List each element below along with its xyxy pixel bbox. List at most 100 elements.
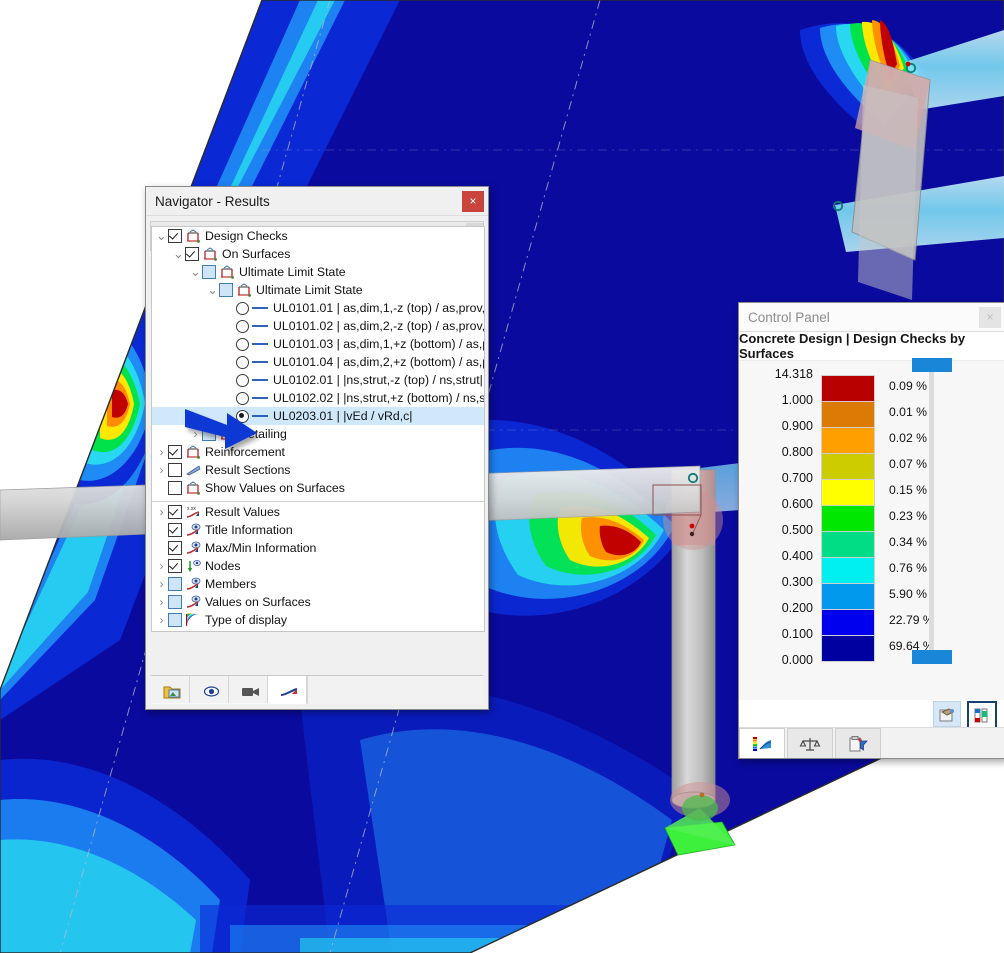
control-panel-window[interactable]: Control Panel × Concrete Design | Design… bbox=[738, 302, 1004, 759]
views-navigator-tab[interactable] bbox=[190, 676, 229, 703]
chevron-right-icon[interactable]: › bbox=[155, 463, 168, 477]
slider-handle-upper[interactable] bbox=[912, 358, 952, 372]
legend-color-swatch[interactable] bbox=[821, 453, 875, 480]
tree-item-label: UL0101.04 | as,dim,2,+z (bottom) / as,pr… bbox=[273, 355, 484, 369]
control-panel-buttons[interactable] bbox=[933, 701, 997, 729]
paint-palette-icon[interactable] bbox=[933, 701, 961, 727]
checkbox[interactable] bbox=[168, 523, 182, 537]
factors-tab[interactable] bbox=[787, 728, 833, 758]
checkbox[interactable] bbox=[168, 445, 182, 459]
chevron-right-icon[interactable]: › bbox=[155, 559, 168, 573]
tree-item[interactable]: UL0101.02 | as,dim,2,-z (top) / as,prov,… bbox=[152, 317, 484, 335]
tree-item[interactable]: ›Values on Surfaces bbox=[152, 593, 484, 611]
filter-tab[interactable] bbox=[835, 728, 881, 758]
tree-item[interactable]: UL0101.01 | as,dim,1,-z (top) / as,prov,… bbox=[152, 299, 484, 317]
control-panel-titlebar[interactable]: Control Panel × bbox=[739, 303, 1004, 332]
tree-item[interactable]: ⌄On Surfaces bbox=[152, 245, 484, 263]
tree-item[interactable]: ›Type of display bbox=[152, 611, 484, 629]
checkbox[interactable] bbox=[168, 595, 182, 609]
checkbox[interactable] bbox=[202, 427, 216, 441]
legend-color-swatch[interactable] bbox=[821, 375, 875, 402]
radio-button[interactable] bbox=[236, 320, 249, 333]
checkbox[interactable] bbox=[168, 463, 182, 477]
tree-item[interactable]: ⌄Ultimate Limit State bbox=[152, 263, 484, 281]
chevron-down-icon[interactable]: ⌄ bbox=[155, 233, 168, 239]
tree-item[interactable]: UL0101.03 | as,dim,1,+z (bottom) / as,pr… bbox=[152, 335, 484, 353]
close-icon[interactable]: × bbox=[979, 307, 1001, 328]
checkbox[interactable] bbox=[202, 265, 216, 279]
result-section-icon bbox=[186, 463, 201, 477]
tree-item[interactable]: Title Information bbox=[152, 521, 484, 539]
tree-item[interactable]: ›Result Sections bbox=[152, 629, 484, 632]
tree-item[interactable]: ›Reinforcement bbox=[152, 443, 484, 461]
checkbox[interactable] bbox=[168, 631, 182, 632]
tree-item[interactable]: ›Nodes bbox=[152, 557, 484, 575]
legend-range-slider[interactable] bbox=[929, 366, 934, 656]
checkbox[interactable] bbox=[168, 541, 182, 555]
legend-color-swatch[interactable] bbox=[821, 583, 875, 610]
checkbox[interactable] bbox=[168, 481, 182, 495]
checkbox[interactable] bbox=[168, 577, 182, 591]
color-legend[interactable]: 14.3180.09 %1.0000.01 %0.9000.02 %0.8000… bbox=[739, 375, 1004, 661]
tree-item[interactable]: ⌄Design Checks bbox=[152, 227, 484, 245]
navigator-results-window[interactable]: Navigator - Results × Concrete Design ▾ … bbox=[145, 186, 489, 710]
close-icon[interactable]: × bbox=[462, 191, 484, 212]
color-spectrum-tab[interactable] bbox=[739, 728, 785, 758]
legend-color-swatch[interactable] bbox=[821, 479, 875, 506]
radio-button[interactable] bbox=[236, 392, 249, 405]
legend-color-swatch[interactable] bbox=[821, 531, 875, 558]
tree-item[interactable]: ›Detailing bbox=[152, 425, 484, 443]
chevron-right-icon[interactable]: › bbox=[155, 577, 168, 591]
slider-handle-lower[interactable] bbox=[912, 650, 952, 664]
tree-item[interactable]: ›x.xxResult Values bbox=[152, 503, 484, 521]
navigator-tree[interactable]: ⌄Design Checks⌄On Surfaces⌄Ultimate Limi… bbox=[151, 226, 485, 632]
checkbox[interactable] bbox=[168, 613, 182, 627]
radio-button[interactable] bbox=[236, 338, 249, 351]
chevron-right-icon[interactable]: › bbox=[155, 631, 168, 632]
legend-color-swatch[interactable] bbox=[821, 557, 875, 584]
chevron-right-icon[interactable]: › bbox=[155, 445, 168, 459]
color-scale-icon[interactable] bbox=[967, 701, 997, 729]
tree-item[interactable]: ›Result Sections bbox=[152, 461, 484, 479]
chevron-down-icon[interactable]: ⌄ bbox=[189, 269, 202, 275]
legend-percentage: 0.34 % bbox=[889, 535, 927, 549]
radio-button[interactable] bbox=[236, 374, 249, 387]
checkbox[interactable] bbox=[219, 283, 233, 297]
eye-display-icon bbox=[186, 595, 201, 609]
tree-item[interactable]: Max/Min Information bbox=[152, 539, 484, 557]
radio-button[interactable] bbox=[236, 410, 249, 423]
navigator-tab-bar[interactable] bbox=[151, 675, 483, 704]
tree-item[interactable]: UL0102.02 | |ns,strut,+z (bottom) / ns,s… bbox=[152, 389, 484, 407]
tree-item[interactable]: ⌄Ultimate Limit State bbox=[152, 281, 484, 299]
checkbox[interactable] bbox=[168, 229, 182, 243]
checkbox[interactable] bbox=[168, 505, 182, 519]
chevron-right-icon[interactable]: › bbox=[155, 595, 168, 609]
chevron-right-icon[interactable]: › bbox=[155, 505, 168, 519]
navigator-titlebar[interactable]: Navigator - Results × bbox=[146, 187, 488, 216]
tree-item[interactable]: UL0203.01 | |vEd / vRd,c| bbox=[152, 407, 484, 425]
legend-upper-value: 1.000 bbox=[743, 393, 813, 407]
chevron-down-icon[interactable]: ⌄ bbox=[172, 251, 185, 257]
tree-item[interactable]: Show Values on Surfaces bbox=[152, 479, 484, 497]
legend-color-swatch[interactable] bbox=[821, 609, 875, 636]
chevron-right-icon[interactable]: › bbox=[155, 613, 168, 627]
rendering-navigator-tab[interactable] bbox=[229, 676, 268, 703]
results-navigator-tab[interactable] bbox=[268, 676, 307, 704]
chevron-right-icon[interactable]: › bbox=[189, 427, 202, 441]
radio-button[interactable] bbox=[236, 302, 249, 315]
chevron-down-icon[interactable]: ⌄ bbox=[206, 287, 219, 293]
checkbox[interactable] bbox=[168, 559, 182, 573]
legend-upper-value: 0.300 bbox=[743, 575, 813, 589]
tree-item[interactable]: UL0102.01 | |ns,strut,-z (top) / ns,stru… bbox=[152, 371, 484, 389]
legend-color-swatch[interactable] bbox=[821, 635, 875, 662]
tree-item[interactable]: ›Members bbox=[152, 575, 484, 593]
legend-color-swatch[interactable] bbox=[821, 427, 875, 454]
tree-item[interactable]: UL0101.04 | as,dim,2,+z (bottom) / as,pr… bbox=[152, 353, 484, 371]
legend-band[interactable]: 0.10069.64 %0.000 bbox=[739, 635, 1004, 661]
legend-color-swatch[interactable] bbox=[821, 505, 875, 532]
project-navigator-tab[interactable] bbox=[151, 676, 190, 703]
radio-button[interactable] bbox=[236, 356, 249, 369]
checkbox[interactable] bbox=[185, 247, 199, 261]
legend-color-swatch[interactable] bbox=[821, 401, 875, 428]
control-panel-tab-bar[interactable] bbox=[739, 727, 1004, 758]
